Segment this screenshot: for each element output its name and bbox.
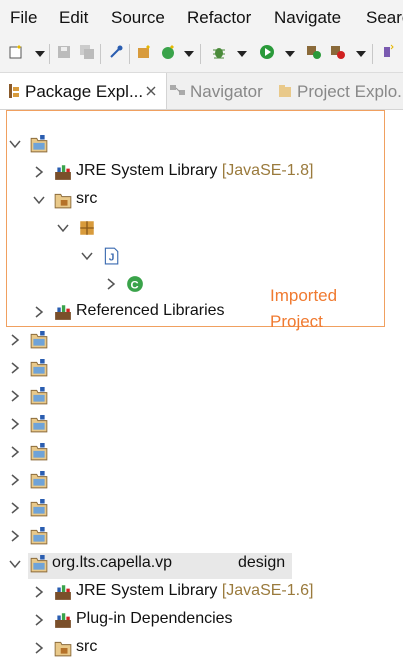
plugin-project-icon (30, 527, 48, 545)
chevron-right-icon[interactable] (8, 501, 22, 515)
new-class-dropdown-icon[interactable] (184, 51, 194, 57)
chevron-right-icon[interactable] (8, 389, 22, 403)
chevron-right-icon[interactable] (8, 445, 22, 459)
chevron-right-icon[interactable] (8, 473, 22, 487)
package-explorer-icon (9, 84, 19, 98)
run-dropdown-icon[interactable] (285, 51, 295, 57)
tab-navigator[interactable]: Navigator (166, 73, 272, 109)
chevron-right-icon[interactable] (8, 361, 22, 375)
debug-icon[interactable] (211, 44, 227, 60)
tree-item-plugin-project[interactable] (0, 438, 403, 466)
external-tools-dropdown-icon[interactable] (356, 51, 366, 57)
tree-item-project[interactable] (0, 354, 403, 382)
src-label: src (76, 638, 98, 655)
tab-navigator-label: Navigator (190, 82, 263, 101)
tree-item-project[interactable] (0, 410, 403, 438)
external-tools-icon[interactable] (330, 44, 346, 60)
jre-version-decoration: [JavaSE-1.6] (221, 582, 314, 599)
capella-project-name-suffix: design (238, 554, 286, 571)
plugin-project-icon (30, 443, 48, 461)
toolbar (0, 36, 403, 73)
project-folder-icon (30, 387, 48, 405)
menu-edit[interactable]: Edit (59, 8, 88, 28)
run-icon[interactable] (259, 44, 275, 60)
project-folder-icon (30, 499, 48, 517)
chevron-right-icon[interactable] (8, 529, 22, 543)
save-all-icon[interactable] (79, 44, 95, 60)
project-folder-icon (30, 331, 48, 349)
tree-item-project[interactable] (0, 382, 403, 410)
menu-navigate[interactable]: Navigate (274, 8, 341, 28)
tree-item-project[interactable] (0, 494, 403, 522)
tab-package-explorer[interactable]: Package Expl... (0, 73, 167, 109)
menu-bar: File Edit Source Refactor Navigate Searc… (0, 0, 403, 36)
pin-icon[interactable] (108, 44, 124, 60)
tab-project-explorer[interactable]: Project Explo... (272, 73, 403, 109)
new-dropdown-icon[interactable] (35, 51, 45, 57)
view-tabs: Package Expl... Navigator Project Explo.… (0, 73, 403, 110)
tree-item-jre-library[interactable]: JRE System Library [JavaSE-1.6] (0, 578, 403, 606)
jre-library-label: JRE System Library [JavaSE-1.6] (76, 582, 313, 600)
library-icon (55, 585, 71, 600)
chevron-right-icon[interactable] (32, 613, 46, 627)
source-folder-icon (54, 641, 72, 657)
plugin-project-icon (30, 555, 48, 573)
new-icon[interactable] (8, 44, 24, 60)
menu-file[interactable]: File (10, 8, 37, 28)
toolbar-separator (100, 44, 101, 64)
chevron-right-icon[interactable] (8, 417, 22, 431)
debug-dropdown-icon[interactable] (237, 51, 247, 57)
library-icon (55, 613, 71, 628)
toolbar-separator (129, 44, 130, 64)
menu-refactor[interactable]: Refactor (187, 8, 251, 28)
toolbar-separator (372, 44, 373, 64)
new-package-icon[interactable] (136, 44, 152, 60)
chevron-down-icon[interactable] (8, 557, 22, 571)
capella-project-name: org.lts.capella.vp (52, 554, 173, 571)
plugin-project-icon (30, 471, 48, 489)
project-folder-icon (30, 359, 48, 377)
menu-source[interactable]: Source (111, 8, 165, 28)
toolbar-separator (49, 44, 50, 64)
tree-item-plugin-dependencies[interactable]: Plug-in Dependencies (0, 606, 403, 634)
menu-search[interactable]: Search (366, 8, 403, 28)
tree-item-src[interactable]: src (0, 634, 403, 662)
annotation-line-2: Project (270, 312, 323, 331)
annotation-line-1: Imported (270, 286, 338, 305)
tab-package-explorer-label: Package Expl... (25, 82, 144, 101)
tree-item-capella-project[interactable]: org.lts.capella.vp design (0, 550, 403, 578)
toolbar-separator (200, 44, 201, 64)
tab-project-explorer-label: Project Explo... (297, 82, 403, 101)
open-type-icon[interactable] (381, 44, 397, 60)
chevron-right-icon[interactable] (8, 333, 22, 347)
chevron-right-icon[interactable] (32, 585, 46, 599)
close-icon[interactable] (146, 86, 156, 96)
project-explorer-icon (279, 85, 291, 97)
tree-item-plugin-project[interactable] (0, 522, 403, 550)
imported-project-annotation: Imported Project (270, 283, 380, 335)
jre-library-name: JRE System Library (76, 582, 218, 599)
project-folder-icon (30, 415, 48, 433)
plugin-dependencies-label: Plug-in Dependencies (76, 610, 233, 627)
save-icon[interactable] (56, 44, 72, 60)
tree-item-plugin-project[interactable] (0, 466, 403, 494)
navigator-icon (170, 85, 185, 95)
chevron-right-icon[interactable] (32, 641, 46, 655)
new-class-icon[interactable] (160, 44, 176, 60)
coverage-icon[interactable] (306, 44, 322, 60)
